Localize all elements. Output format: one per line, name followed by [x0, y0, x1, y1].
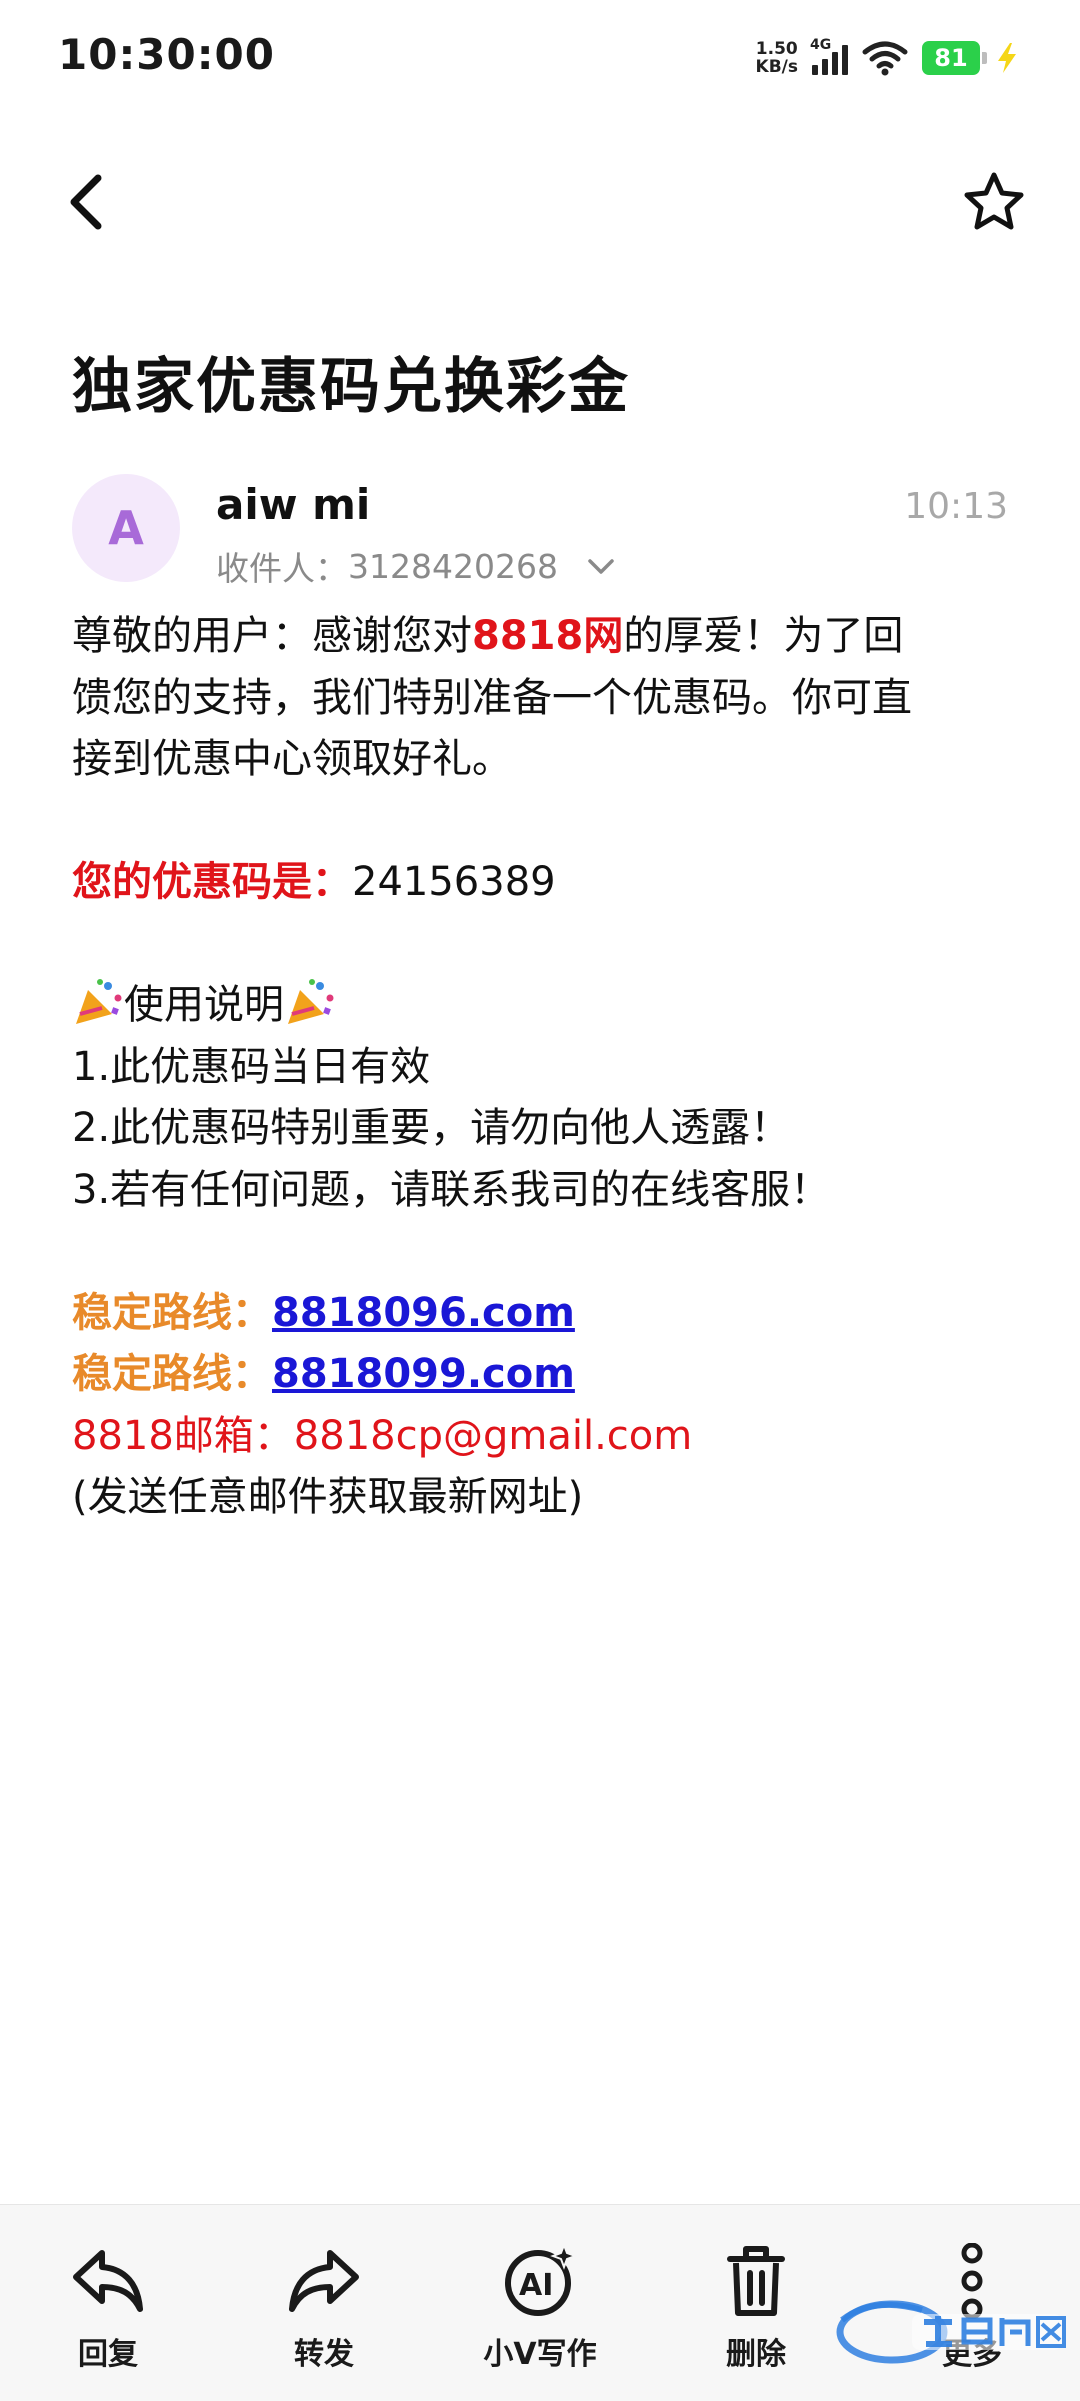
brand-name: 8818网 — [472, 613, 624, 659]
route-line: 稳定路线：8818099.com — [72, 1344, 1012, 1406]
net-speed-value: 1.50 — [755, 39, 798, 59]
coupon-label: 您的优惠码是： — [72, 859, 352, 905]
recipient-address: 3128420268 — [348, 546, 558, 586]
usage-rule: 3.若有任何问题，请联系我司的在线客服！ — [72, 1166, 831, 1213]
watermark-logo — [836, 2300, 1066, 2364]
sender-name[interactable]: aiw mi — [216, 480, 370, 529]
route-label: 稳定路线： — [72, 1351, 272, 1397]
cellular-signal-icon: 4G — [810, 37, 848, 75]
recipient-label: 收件人： — [216, 549, 348, 588]
email-subject: 独家优惠码兑换彩金 — [72, 352, 630, 422]
mail-time: 10:13 — [904, 486, 1008, 527]
network-type: 4G — [810, 37, 832, 53]
delete-label: 删除 — [726, 2337, 786, 2372]
chevron-down-icon[interactable] — [584, 549, 618, 583]
route-link[interactable]: 8818096.com — [272, 1290, 575, 1336]
usage-title-line: 使用说明 — [72, 975, 1012, 1037]
net-speed-unit: KB/s — [755, 57, 798, 77]
back-button[interactable] — [60, 170, 116, 234]
route-line: 稳定路线：8818096.com — [72, 1283, 1012, 1345]
delete-button[interactable]: 删除 — [676, 2243, 836, 2373]
status-bar: 10:30:00 1.50 KB/s 4G 81 — [0, 0, 1080, 110]
trash-icon — [727, 2246, 785, 2316]
greeting-text-cont: 的厚爱！为了回 — [623, 613, 904, 659]
usage-rule: 1.此优惠码当日有效 — [72, 1043, 431, 1090]
forward-button[interactable]: 转发 — [244, 2243, 404, 2373]
route-link[interactable]: 8818099.com — [272, 1351, 575, 1397]
party-popper-icon — [76, 979, 122, 1024]
reply-label: 回复 — [78, 2337, 138, 2372]
usage-title: 使用说明 — [124, 982, 284, 1028]
body-line: 馈您的支持，我们特别准备一个优惠码。你可直 — [72, 674, 912, 721]
charging-bolt-icon — [998, 43, 1016, 73]
star-button[interactable] — [962, 170, 1026, 234]
route-label: 稳定路线： — [72, 1289, 272, 1336]
coupon-code[interactable]: 24156389 — [352, 859, 556, 905]
body-line: 接到优惠中心领取好礼。 — [72, 736, 512, 782]
usage-rule: 2.此优惠码特别重要，请勿向他人透露！ — [72, 1105, 791, 1151]
body-line: 尊敬的用户：感谢您对8818网的厚爱！为了回 — [72, 606, 1012, 668]
ai-write-button[interactable]: AI 小V写作 — [460, 2243, 620, 2373]
forward-label: 转发 — [294, 2337, 354, 2372]
sender-avatar[interactable]: A — [72, 474, 180, 582]
ai-write-label: 小V写作 — [483, 2337, 597, 2372]
greeting-text: 尊敬的用户：感谢您对 — [72, 613, 472, 659]
svg-text:AI: AI — [519, 2268, 553, 2303]
chevron-left-icon — [70, 174, 102, 230]
status-icons: 1.50 KB/s 4G 81 — [756, 36, 1020, 80]
mailbox-line[interactable]: 8818邮箱：8818cp@gmail.com — [72, 1406, 1012, 1468]
battery-indicator: 81 — [922, 41, 987, 75]
ai-write-icon: AI — [505, 2243, 578, 2316]
forward-icon — [289, 2250, 359, 2312]
reply-button[interactable]: 回复 — [28, 2243, 188, 2373]
wifi-icon — [862, 41, 908, 76]
email-body: 尊敬的用户：感谢您对8818网的厚爱！为了回 馈您的支持，我们特别准备一个优惠码… — [72, 606, 1012, 1529]
coupon-line: 您的优惠码是：24156389 — [72, 852, 1012, 914]
star-icon — [964, 172, 1024, 230]
party-popper-icon — [288, 979, 334, 1024]
mailbox-note: (发送任意邮件获取最新网址) — [72, 1474, 584, 1520]
status-time: 10:30:00 — [58, 30, 275, 79]
net-speed: 1.50 KB/s — [756, 40, 798, 76]
reply-icon — [73, 2250, 143, 2312]
recipient-row[interactable]: 收件人： 3128420268 — [216, 542, 618, 590]
